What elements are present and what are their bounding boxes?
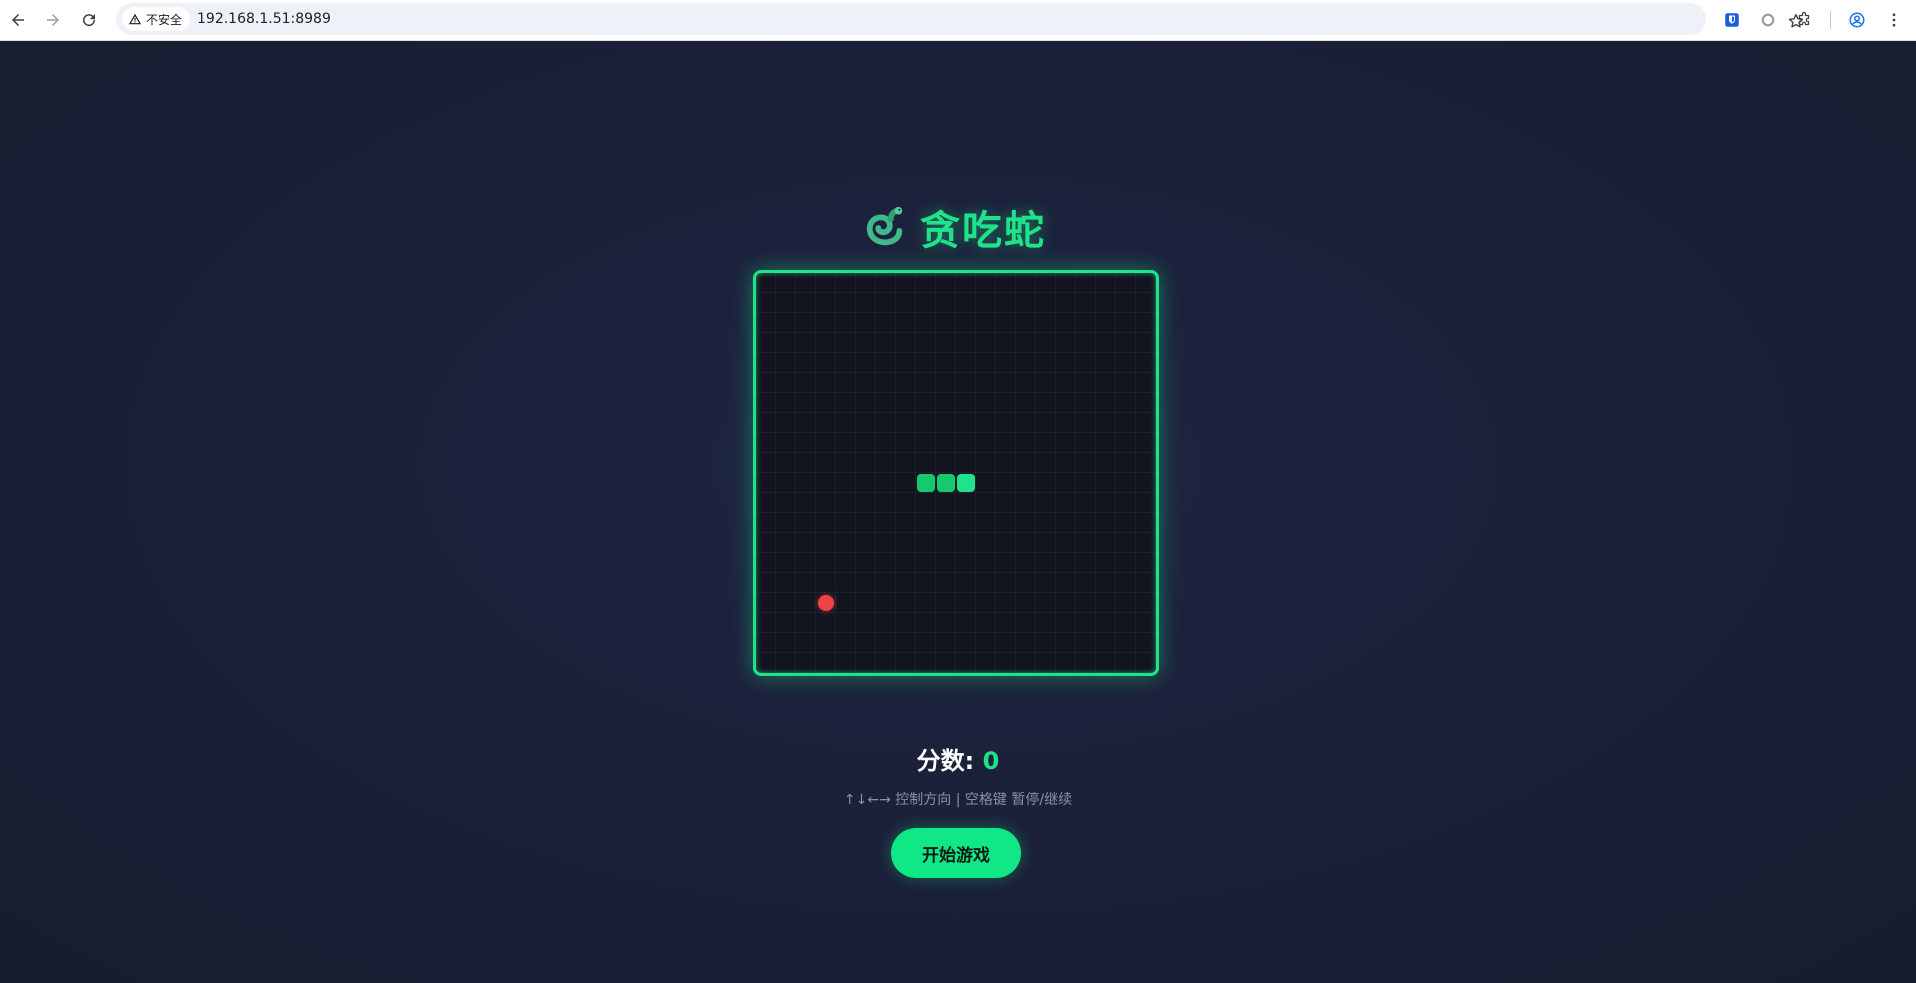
controls-hint: ↑↓←→ 控制方向 | 空格键 暂停/继续 (843, 792, 1073, 808)
food-pellet (818, 595, 834, 611)
snake-segment (937, 474, 955, 492)
arrow-right-icon (47, 14, 59, 26)
toolbar-divider (1830, 11, 1831, 29)
more-vertical-icon (1892, 13, 1896, 27)
shield-icon (1725, 13, 1739, 27)
game-title: 贪吃蛇 (920, 208, 1046, 254)
snake-head (957, 474, 975, 492)
record-extension[interactable] (1754, 6, 1782, 34)
snake-icon (862, 204, 908, 250)
score-display: 分数: 0 (0, 741, 1916, 776)
game-page: 贪吃蛇 分数: 0 ↑↓←→ 控制方向 | 空格键 暂停/继续 开始游戏 (0, 41, 1916, 983)
start-game-button[interactable]: 开始游戏 (891, 828, 1021, 878)
reload-button[interactable] (75, 6, 103, 34)
browser-menu-button[interactable] (1880, 6, 1908, 34)
security-indicator[interactable]: 不安全 (122, 7, 191, 31)
puzzle-icon (1798, 11, 1810, 26)
url-text[interactable]: 192.168.1.51:8989 (197, 3, 331, 35)
reload-icon (83, 14, 96, 27)
game-board[interactable] (753, 270, 1159, 676)
address-bar[interactable]: 不安全 192.168.1.51:8989 (116, 3, 1804, 35)
forward-button[interactable] (39, 6, 67, 34)
account-icon (1849, 12, 1865, 28)
snake-segment (917, 474, 935, 492)
warning-icon (128, 13, 142, 25)
browser-toolbar: 不安全 192.168.1.51:8989 (0, 0, 1916, 41)
score-value: 0 (982, 747, 1000, 775)
profile-button[interactable] (1843, 6, 1871, 34)
game-header: 贪吃蛇 (0, 199, 1912, 255)
circle-icon (1761, 13, 1775, 27)
security-label: 不安全 (146, 12, 183, 27)
extensions-button[interactable] (1790, 6, 1818, 34)
password-manager-extension[interactable] (1718, 6, 1746, 34)
arrow-left-icon (12, 14, 24, 26)
score-label: 分数: (916, 747, 975, 775)
back-button[interactable] (4, 6, 32, 34)
